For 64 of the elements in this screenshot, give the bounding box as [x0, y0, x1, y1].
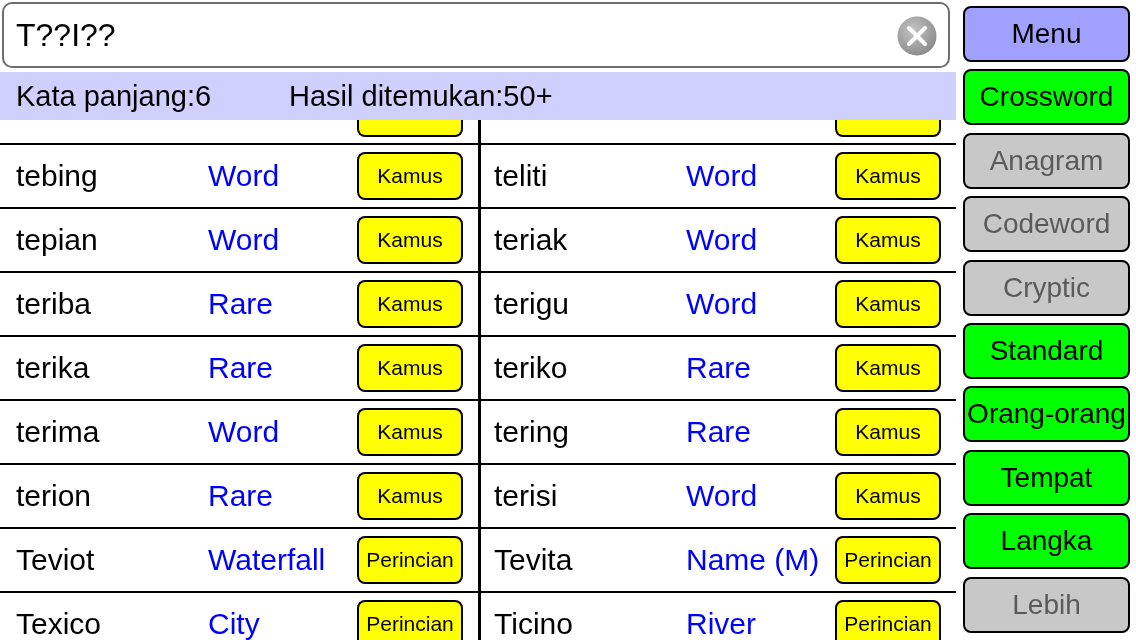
filter-button[interactable]: Langka [963, 513, 1130, 570]
cut-off-button[interactable] [835, 120, 941, 137]
word-text: Texico [16, 607, 102, 640]
menu-button[interactable]: Menu [963, 6, 1130, 62]
word-text: Teviot [16, 543, 95, 577]
dictionary-button[interactable]: Kamus [835, 216, 941, 264]
category-text: River [686, 607, 756, 640]
category-text: Name (M) [686, 543, 820, 577]
dictionary-button[interactable]: Kamus [357, 216, 463, 264]
word-text: Tevita [494, 543, 573, 577]
results-count-label: Hasil ditemukan:50+ [289, 79, 553, 113]
dictionary-button[interactable]: Perincian [835, 600, 941, 640]
word-text: tepian [16, 223, 98, 257]
dictionary-button[interactable]: Kamus [835, 344, 941, 392]
word-text: terigu [494, 287, 570, 321]
dictionary-button[interactable]: Kamus [835, 408, 941, 456]
word-length-label: Kata panjang:6 [16, 79, 213, 113]
category-text: Rare [686, 351, 752, 385]
cut-off-button[interactable] [357, 120, 463, 137]
search-field[interactable]: T??I?? [2, 2, 950, 68]
filter-button[interactable]: Standard [963, 322, 1130, 379]
dictionary-button[interactable]: Kamus [835, 472, 941, 520]
category-text: Rare [208, 479, 274, 513]
filter-button[interactable]: Tempat [963, 449, 1130, 506]
word-text: tebing [16, 159, 98, 193]
word-text: terisi [494, 479, 558, 513]
word-text: teliti [494, 159, 548, 193]
word-text: terion [16, 479, 92, 513]
filter-button[interactable]: Lebih [963, 576, 1130, 633]
dictionary-button[interactable]: Kamus [357, 152, 463, 200]
category-text: Word [686, 287, 758, 321]
dictionary-button[interactable]: Kamus [357, 344, 463, 392]
filter-button[interactable]: Anagram [963, 132, 1130, 189]
word-text: terika [16, 351, 90, 385]
dictionary-button[interactable]: Perincian [357, 536, 463, 584]
dictionary-button[interactable]: Perincian [357, 600, 463, 640]
dictionary-button[interactable]: Kamus [357, 408, 463, 456]
dictionary-button[interactable]: Kamus [357, 472, 463, 520]
filter-button[interactable]: Cryptic [963, 259, 1130, 316]
word-text: teriba [16, 287, 92, 321]
dictionary-button[interactable]: Perincian [835, 536, 941, 584]
word-text: teriak [494, 223, 568, 257]
filter-button[interactable]: Codeword [963, 196, 1130, 253]
word-text: tering [494, 415, 570, 449]
word-text: teriko [494, 351, 568, 385]
word-text: terima [16, 415, 100, 449]
category-text: Word [686, 223, 758, 257]
category-text: City [208, 607, 260, 640]
dictionary-button[interactable]: Kamus [835, 152, 941, 200]
category-text: Waterfall [208, 543, 326, 577]
category-text: Rare [208, 351, 274, 385]
filter-button[interactable]: Crossword [963, 69, 1130, 126]
category-text: Rare [686, 415, 752, 449]
dictionary-button[interactable]: Kamus [835, 280, 941, 328]
category-text: Word [208, 415, 280, 449]
clear-icon[interactable] [897, 16, 937, 56]
category-text: Word [208, 159, 280, 193]
filter-button[interactable]: Orang-orang [963, 386, 1130, 443]
word-text: Ticino [494, 607, 573, 640]
dictionary-button[interactable]: Kamus [357, 280, 463, 328]
category-text: Rare [208, 287, 274, 321]
category-text: Word [686, 159, 758, 193]
category-text: Word [208, 223, 280, 257]
category-text: Word [686, 479, 758, 513]
